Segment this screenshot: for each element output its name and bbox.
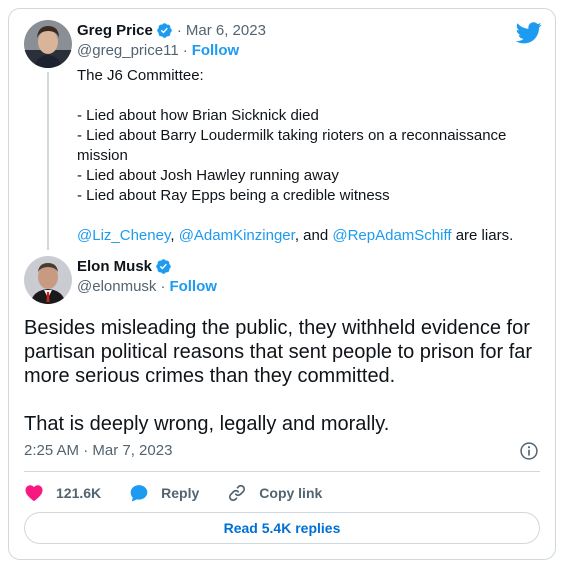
- reply-button[interactable]: Reply: [129, 483, 199, 503]
- dot-separator: ·: [176, 22, 182, 39]
- dot-separator: ·: [160, 278, 166, 295]
- main-author-name[interactable]: Elon Musk: [77, 258, 152, 275]
- twitter-bird-icon[interactable]: [516, 22, 542, 44]
- speech-bubble-icon: [130, 485, 148, 502]
- quoted-line: [77, 86, 532, 106]
- quoted-handle-row: @greg_price11 · Follow: [77, 42, 239, 59]
- tweet-actions-bar: 121.6K Reply Copy link: [24, 482, 350, 504]
- reply-label: Reply: [161, 485, 200, 501]
- suffix-text: are liars.: [451, 227, 514, 244]
- divider: [24, 471, 540, 472]
- quoted-tweet-text: The J6 Committee: - Lied about how Brian…: [77, 66, 532, 246]
- comma-text: ,: [170, 227, 175, 244]
- quoted-mentions-line: @Liz_Cheney, @AdamKinzinger, and @RepAda…: [77, 226, 532, 246]
- quoted-line: - Lied about how Brian Sicknick died: [77, 107, 319, 124]
- and-text: , and: [294, 227, 329, 244]
- mention-link-liz-cheney[interactable]: @Liz_Cheney: [77, 227, 170, 244]
- copy-link-button[interactable]: Copy link: [227, 483, 322, 503]
- like-count: 121.6K: [56, 485, 102, 501]
- verified-badge-icon: [157, 23, 172, 38]
- quoted-line: - Lied about Josh Hawley running away: [77, 167, 339, 184]
- tweet-timestamp-link[interactable]: 2:25 AM · Mar 7, 2023: [24, 442, 172, 459]
- quoted-line: - Lied about Ray Epps being a credible w…: [77, 187, 390, 204]
- quoted-line: The J6 Committee:: [77, 67, 204, 84]
- read-replies-button[interactable]: Read 5.4K replies: [24, 512, 540, 544]
- main-author-handle[interactable]: @elonmusk: [77, 278, 156, 295]
- avatar-greg-price[interactable]: [24, 20, 72, 68]
- quoted-author-row: Greg Price · Mar 6, 2023: [77, 22, 266, 39]
- quoted-author-name[interactable]: Greg Price: [77, 22, 153, 39]
- verified-badge-icon: [156, 259, 171, 274]
- quoted-tweet-date[interactable]: Mar 6, 2023: [186, 22, 266, 39]
- copy-link-label: Copy link: [259, 485, 323, 501]
- mention-link-rep-adam-schiff[interactable]: @RepAdamSchiff: [332, 227, 451, 244]
- dot-separator: ·: [182, 42, 188, 59]
- main-handle-row: @elonmusk · Follow: [77, 278, 217, 295]
- mention-link-adam-kinzinger[interactable]: @AdamKinzinger: [179, 227, 295, 244]
- quoted-line: [77, 206, 532, 226]
- quoted-line: - Lied about Barry Loudermilk taking rio…: [77, 127, 507, 164]
- info-icon[interactable]: [519, 441, 539, 461]
- follow-elon-musk-link[interactable]: Follow: [169, 278, 217, 295]
- like-button[interactable]: 121.6K: [24, 483, 101, 503]
- follow-greg-price-link[interactable]: Follow: [192, 42, 240, 59]
- main-tweet-paragraph: That is deeply wrong, legally and morall…: [24, 413, 390, 435]
- main-author-row: Elon Musk: [77, 258, 172, 275]
- link-icon: [229, 484, 246, 502]
- thread-connector-line: [47, 72, 49, 250]
- main-tweet-text: Besides misleading the public, they with…: [24, 316, 544, 436]
- heart-icon: [25, 485, 43, 501]
- avatar-elon-musk[interactable]: [24, 256, 72, 304]
- quoted-author-handle[interactable]: @greg_price11: [77, 42, 179, 59]
- main-tweet-paragraph: Besides misleading the public, they with…: [24, 317, 533, 387]
